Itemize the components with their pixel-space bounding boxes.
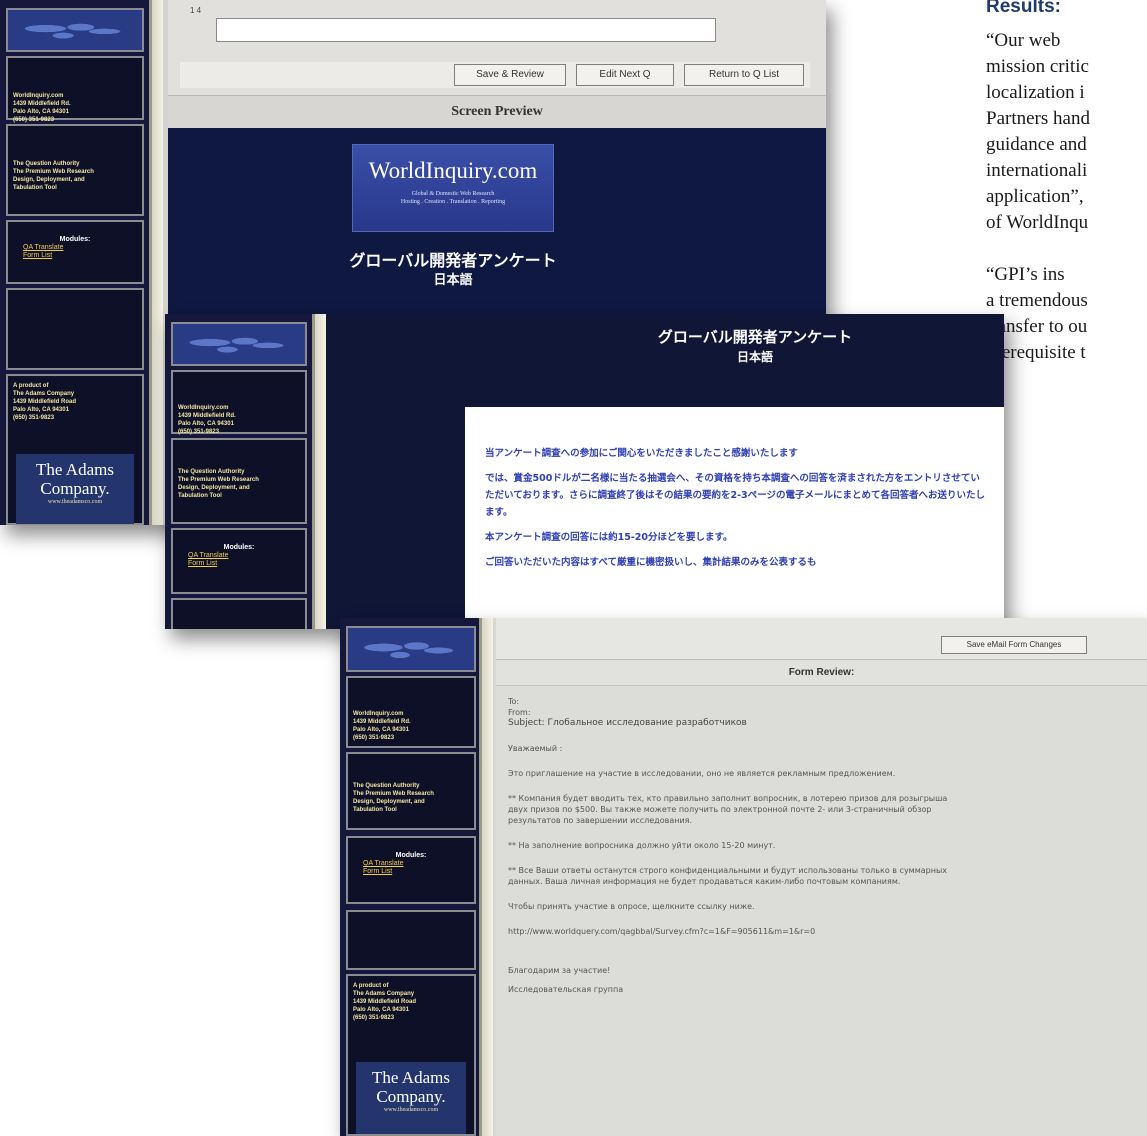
- adams-logo: The Adams Company. www.theadamsco.com: [356, 1062, 466, 1134]
- sidebar: WorldInquiry.com 1439 Middlefield Rd. Palo…: [165, 314, 326, 629]
- email-thanks: Благодарим за участие!: [508, 966, 611, 975]
- empty-box: [6, 288, 144, 370]
- form-list-link[interactable]: Form List: [363, 868, 469, 876]
- world-map-logo: [346, 626, 476, 672]
- intro-paragraph: では、賞金500ドルが二名様に当たる抽選会へ、その資格を持ち本調査への回答を済ま…: [485, 473, 985, 518]
- company-address: WorldInquiry.com 1439 Middlefield Rd. Palo…: [6, 56, 144, 123]
- modules-box: Modules: QA Translate Form List: [171, 528, 307, 594]
- survey-title: グローバル開発者アンケート: [657, 328, 853, 346]
- save-email-form-button[interactable]: Save eMail Form Changes: [941, 636, 1087, 654]
- results-heading: Results:: [986, 0, 1061, 17]
- survey-link[interactable]: http://www.worldquery.com/qagbbal/Survey…: [508, 926, 1135, 937]
- product-box: A product of The Adams Company 1439 Middle…: [6, 374, 144, 525]
- return-to-list-button[interactable]: Return to Q List: [684, 64, 804, 86]
- qa-translate-link[interactable]: QA Translate: [188, 552, 300, 560]
- email-line: двух призов по $500. Вы также можете пол…: [508, 805, 932, 814]
- article-line: a tremendous: [986, 290, 1088, 311]
- survey-intro-screenshot: WorldInquiry.com 1439 Middlefield Rd. Palo…: [165, 314, 1004, 629]
- email-from: From:: [508, 708, 531, 717]
- email-greeting: Уважаемый :: [508, 744, 563, 753]
- intro-paragraph: 本アンケート調査の回答には約15-20分ほどを要します。: [485, 532, 733, 543]
- article-text: Results: “Our web mission critic localiz…: [986, 0, 1147, 520]
- email-line: Чтобы принять участие в опросе, щелкните…: [508, 902, 755, 911]
- intro-paragraph: 当アンケート調査への参加にご関心をいただきましたこと感謝いたします: [485, 448, 798, 459]
- survey-language: 日本語: [736, 350, 773, 364]
- email-preview: To: From: Subject: Глобальное исследован…: [496, 686, 1147, 1136]
- article-line: “GPI’s ins: [986, 264, 1065, 285]
- email-signature: Исследовательская группа: [508, 985, 624, 994]
- survey-title: グローバル開発者アンケート: [349, 251, 557, 270]
- answer-input[interactable]: [216, 18, 716, 42]
- email-line: ** Все Ваши ответы останутся строго конф…: [508, 866, 948, 875]
- tagline-box: The Question Authority The Premium Web Re…: [171, 438, 307, 524]
- empty-box: [171, 598, 307, 629]
- article-line: Partners hand: [986, 108, 1090, 129]
- sidebar: WorldInquiry.com 1439 Middlefield Rd. Palo…: [340, 618, 493, 1136]
- email-line: результатов по завершении исследования.: [508, 816, 693, 825]
- world-map-logo: [6, 8, 144, 52]
- form-list-link[interactable]: Form List: [188, 560, 300, 568]
- article-line: mission critic: [986, 56, 1089, 77]
- article-line: application”,: [986, 186, 1084, 207]
- email-line: ** Компания будет вводить тех, кто прави…: [508, 794, 948, 803]
- tagline-box: The Question Authority The Premium Web Re…: [346, 752, 476, 830]
- save-review-button[interactable]: Save & Review: [454, 64, 566, 86]
- article-line: “Our web: [986, 30, 1061, 51]
- form-list-link[interactable]: Form List: [23, 252, 137, 260]
- world-map-logo: [171, 322, 307, 366]
- modules-box: Modules: QA Translate Form List: [6, 220, 144, 284]
- email-subject: Subject: Глобальное исследование разрабо…: [508, 718, 747, 728]
- adams-logo: The Adams Company. www.theadamsco.com: [16, 454, 134, 524]
- intro-paragraph: ご回答いただいた内容はすべて厳重に機密扱いし、集計結果のみを公表するも: [485, 557, 817, 568]
- survey-intro-card: 当アンケート調査への参加にご関心をいただきましたこと感謝いたします では、賞金5…: [465, 407, 1004, 629]
- email-line: ** На заполнение вопросника должно уйти …: [508, 841, 776, 850]
- company-address: WorldInquiry.com 1439 Middlefield Rd. Palo…: [346, 676, 476, 748]
- company-address: WorldInquiry.com 1439 Middlefield Rd. Palo…: [171, 370, 307, 435]
- modules-box: Modules: QA Translate Form List: [346, 836, 476, 904]
- button-bar: Save & Review Edit Next Q Return to Q Li…: [180, 62, 810, 88]
- survey-language: 日本語: [433, 273, 473, 288]
- screen-preview-title: Screen Preview: [168, 96, 826, 128]
- edit-next-button[interactable]: Edit Next Q: [576, 64, 674, 86]
- form-review-screenshot: WorldInquiry.com 1439 Middlefield Rd. Palo…: [340, 618, 1147, 1136]
- email-line: данных. Ваша личная информация не будет …: [508, 877, 901, 886]
- article-line: internationali: [986, 160, 1088, 181]
- question-number: 1 4: [190, 6, 202, 15]
- qa-translate-link[interactable]: QA Translate: [23, 244, 137, 252]
- empty-box: [346, 910, 476, 970]
- article-line: of WorldInqu: [986, 212, 1089, 233]
- email-line: Это приглашение на участие в исследовани…: [508, 769, 896, 778]
- form-toolbar: Save eMail Form Changes: [496, 618, 1147, 660]
- sidebar: WorldInquiry.com 1439 Middlefield Rd. Palo…: [0, 0, 163, 525]
- worldinquiry-logo: WorldInquiry.com Global & Domestic Web R…: [352, 144, 554, 232]
- article-line: localization i: [986, 82, 1085, 103]
- tagline-box: The Question Authority The Premium Web Re…: [6, 124, 144, 216]
- product-box: A product of The Adams Company 1439 Middle…: [346, 974, 476, 1136]
- article-line: guidance and: [986, 134, 1087, 155]
- qa-translate-link[interactable]: QA Translate: [363, 860, 469, 868]
- form-review-title: Form Review:: [496, 660, 1147, 686]
- email-to: To:: [508, 697, 520, 706]
